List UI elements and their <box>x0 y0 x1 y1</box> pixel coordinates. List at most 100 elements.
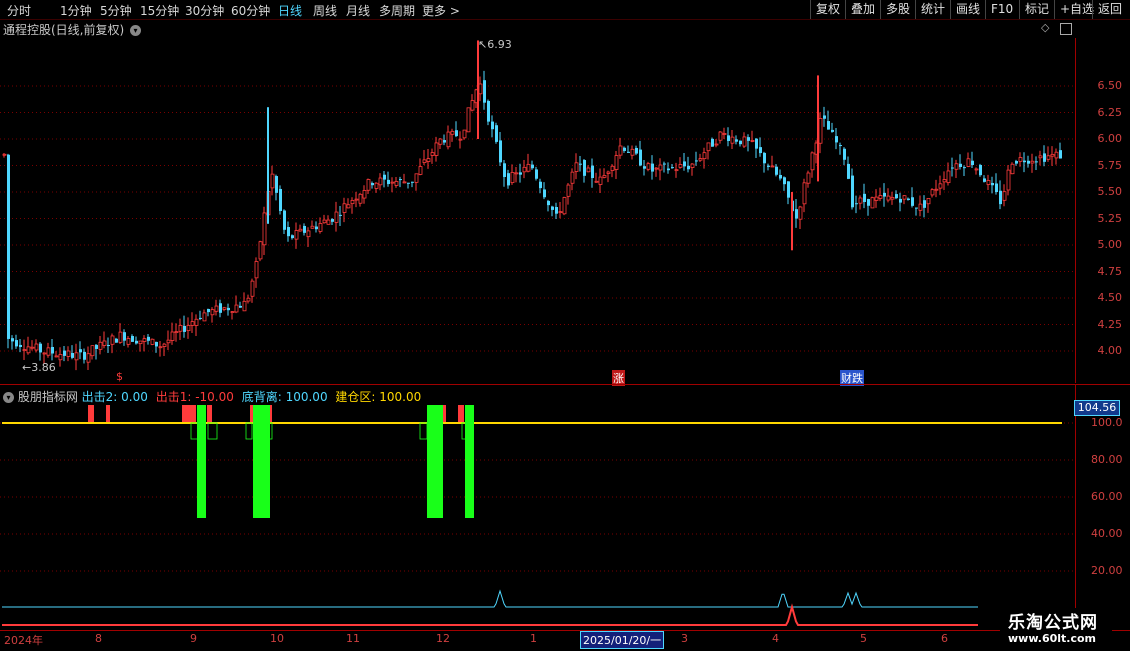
candle-body <box>730 136 735 144</box>
period-tab-5min[interactable]: 5分钟 <box>100 2 132 19</box>
candle-body <box>242 300 247 312</box>
indicator-grid <box>0 422 1075 572</box>
candle-body <box>566 184 571 197</box>
candle-body <box>851 175 854 208</box>
price-axis-tick: 5.00 <box>1097 238 1123 251</box>
candle-body <box>907 198 910 200</box>
back-button[interactable]: 返回 <box>1092 0 1127 19</box>
candle-body <box>126 338 131 345</box>
candle-body <box>394 181 399 186</box>
low-price-label: 3.86 <box>31 361 56 374</box>
candle-body <box>174 331 179 334</box>
candle-body <box>711 138 714 147</box>
candle-body <box>986 180 991 185</box>
period-tab-30min[interactable]: 30分钟 <box>185 2 224 19</box>
candle-body <box>138 340 143 345</box>
chuji1-bar <box>88 405 94 422</box>
stats-button[interactable]: 统计 <box>915 0 950 19</box>
candle-body <box>526 163 531 172</box>
candle-body <box>291 235 294 239</box>
candle-body <box>519 172 522 175</box>
multi-stock-button[interactable]: 多股 <box>880 0 915 19</box>
candle-body <box>899 198 902 203</box>
candle-body <box>802 182 807 205</box>
draw-line-button[interactable]: 画线 <box>950 0 985 19</box>
period-tab-multi[interactable]: 多周期 <box>379 2 415 19</box>
candle-body <box>339 214 342 216</box>
candle-body <box>331 219 334 222</box>
f10-button[interactable]: F10 <box>985 0 1018 19</box>
candle-body <box>83 351 86 360</box>
mark-button[interactable]: 标记 <box>1019 0 1054 19</box>
candle-body <box>54 355 59 358</box>
candle-body <box>1046 155 1051 160</box>
period-tab-15min[interactable]: 15分钟 <box>140 2 179 19</box>
candle-body <box>583 160 586 176</box>
high-price-label: 6.93 <box>487 38 512 51</box>
candle-body <box>222 307 227 310</box>
candle-body <box>63 350 66 356</box>
candle-body <box>695 160 698 162</box>
price-axis-tick: 6.25 <box>1097 105 1123 119</box>
candle-body <box>326 219 331 225</box>
candle-body <box>827 121 830 130</box>
chuji1-bar <box>182 405 196 422</box>
candle-body <box>118 331 123 343</box>
candle-body <box>687 165 690 170</box>
candle-body <box>42 352 47 355</box>
candle-body <box>831 129 834 132</box>
price-axis-tick: 4.25 <box>1097 317 1123 331</box>
candle-body <box>107 345 110 347</box>
period-tab-monthly[interactable]: 月线 <box>346 2 370 19</box>
candle-body <box>522 166 527 173</box>
candle-body <box>598 176 603 185</box>
period-tab-daily[interactable]: 日线 <box>278 2 302 19</box>
candle-body <box>123 332 126 341</box>
period-tab-weekly[interactable]: 周线 <box>313 2 337 19</box>
candle-body <box>946 170 951 184</box>
chevron-down-icon[interactable]: ▾ <box>130 25 142 36</box>
period-tab-fenshi[interactable]: 分时 <box>7 2 31 19</box>
candle-body <box>287 227 290 237</box>
candle-body <box>495 125 498 142</box>
candle-body <box>499 140 502 163</box>
period-tab-1min[interactable]: 1分钟 <box>60 2 92 19</box>
candle-body <box>162 343 167 347</box>
period-tab-60min[interactable]: 60分钟 <box>231 2 270 19</box>
watermark-title: 乐淘公式网 <box>1008 613 1098 633</box>
candle-body <box>594 180 599 183</box>
candle-body <box>671 167 674 169</box>
candle-body <box>166 339 171 344</box>
candle-body <box>418 166 423 175</box>
candle-body <box>434 142 439 156</box>
candle-body <box>654 167 659 170</box>
candle-body <box>178 325 183 332</box>
candle-body <box>430 152 435 156</box>
candle-body <box>258 241 263 260</box>
candle-body <box>823 115 826 119</box>
event-marker-dollar[interactable]: $ <box>116 370 123 383</box>
candle-body <box>30 346 35 349</box>
candle-body <box>855 203 858 205</box>
price-axis-tick: 5.50 <box>1097 185 1123 198</box>
candle-body <box>234 304 239 313</box>
overlay-button[interactable]: 叠加 <box>845 0 880 19</box>
candle-body <box>895 194 898 199</box>
candle-body <box>942 179 947 183</box>
candle-body <box>322 219 327 224</box>
price-axis-tick: 4.00 <box>1097 344 1123 357</box>
candle-body <box>462 129 467 139</box>
candle-body <box>458 138 463 141</box>
panel-toggle-icon[interactable] <box>1060 23 1072 35</box>
candle-body <box>999 190 1002 205</box>
candle-body <box>450 130 455 135</box>
candle-body <box>79 349 82 353</box>
candle-body <box>579 163 582 165</box>
dibeili-bar <box>197 405 206 518</box>
period-tab-more[interactable]: 更多 > <box>422 2 460 19</box>
candle-body <box>870 197 875 209</box>
candle-body <box>74 352 79 361</box>
diamond-icon[interactable]: ◇ <box>1041 21 1049 34</box>
date-axis-tick: 11 <box>346 632 360 645</box>
fuquan-button[interactable]: 复权 <box>810 0 845 19</box>
